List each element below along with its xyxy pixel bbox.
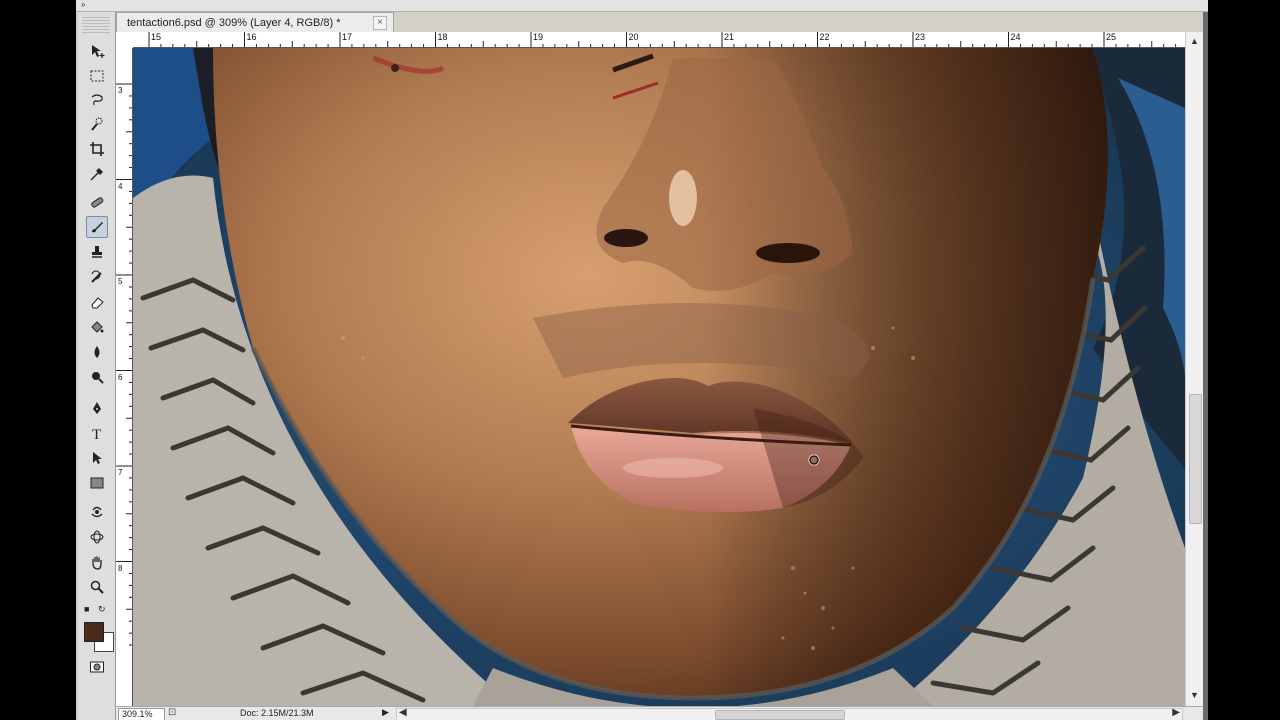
move-tool-icon[interactable]	[86, 40, 108, 62]
3d-rotate-tool-icon[interactable]	[86, 501, 108, 523]
ruler-label: 6	[118, 372, 123, 382]
paint-bucket-tool-icon[interactable]	[86, 316, 108, 338]
quick-mask-icon[interactable]	[86, 656, 108, 678]
history-brush-tool-icon[interactable]	[86, 266, 108, 288]
svg-text:T: T	[92, 427, 101, 441]
ruler-label: 24	[1010, 32, 1021, 42]
blur-tool-icon[interactable]	[86, 341, 108, 363]
vertical-scrollbar[interactable]: ▲ ▼	[1185, 32, 1204, 706]
panel-edge	[1203, 12, 1208, 720]
photoshop-window: » T ■ ↻ tentaction6.psd @ 309% (Layer 4,…	[76, 0, 1208, 720]
status-bar: 309.1% ⊡ Doc: 2.15M/21.3M ▶ ◀ ▶	[116, 706, 1203, 720]
healing-brush-tool-icon[interactable]	[86, 191, 108, 213]
close-document-icon[interactable]: ×	[373, 16, 387, 30]
ruler-label: 3	[118, 86, 123, 95]
pen-tool-icon[interactable]	[86, 397, 108, 419]
document-canvas[interactable]	[133, 48, 1185, 706]
dodge-tool-icon[interactable]	[86, 366, 108, 388]
status-menu-icon[interactable]: ▶	[382, 707, 389, 718]
ruler-label: 21	[724, 32, 735, 42]
horizontal-scroll-thumb[interactable]	[715, 710, 845, 720]
eyedropper-tool-icon[interactable]	[86, 163, 108, 185]
zoom-preview-icon[interactable]: ⊡	[168, 707, 176, 718]
ruler-label: 25	[1106, 32, 1117, 42]
marquee-tool-icon[interactable]	[86, 65, 108, 87]
ruler-label: 20	[628, 32, 639, 42]
path-select-tool-icon[interactable]	[86, 447, 108, 469]
scroll-left-icon[interactable]: ◀	[399, 707, 407, 718]
eraser-tool-icon[interactable]	[86, 291, 108, 313]
quick-select-tool-icon[interactable]	[86, 113, 108, 135]
document-tab-title: tentaction6.psd @ 309% (Layer 4, RGB/8) …	[127, 17, 341, 29]
ruler-label: 7	[118, 468, 123, 477]
ruler-label: 23	[915, 32, 926, 42]
ruler-label: 19	[533, 32, 544, 42]
scroll-up-icon[interactable]: ▲	[1190, 36, 1199, 46]
foreground-color-swatch[interactable]	[84, 622, 104, 642]
horizontal-ruler[interactable]: 15 16 17 18 19 20 21 22 23 24 25	[133, 32, 1185, 48]
ruler-origin[interactable]	[116, 32, 134, 49]
scroll-right-icon[interactable]: ▶	[1172, 707, 1180, 718]
ruler-label: 4	[118, 181, 123, 191]
rectangle-tool-icon[interactable]	[86, 472, 108, 494]
doc-size-info: Doc: 2.15M/21.3M	[240, 708, 314, 718]
options-bar: »	[76, 0, 1208, 12]
ruler-label: 17	[342, 32, 353, 42]
ruler-label: 18	[437, 32, 448, 42]
ruler-label: 8	[118, 563, 123, 573]
vertical-scroll-thumb[interactable]	[1189, 394, 1202, 524]
panel-grip[interactable]	[82, 15, 110, 33]
tools-panel: T ■ ↻	[78, 12, 116, 720]
brush-tool-icon[interactable]	[86, 216, 108, 238]
lasso-tool-icon[interactable]	[86, 89, 108, 111]
zoom-level-field[interactable]: 309.1%	[118, 708, 165, 720]
clone-stamp-tool-icon[interactable]	[86, 241, 108, 263]
document-tab[interactable]: tentaction6.psd @ 309% (Layer 4, RGB/8) …	[116, 12, 394, 33]
ruler-label: 15	[151, 32, 162, 42]
ruler-label: 16	[246, 32, 257, 42]
3d-orbit-tool-icon[interactable]	[86, 526, 108, 548]
type-tool-icon[interactable]: T	[86, 422, 108, 444]
default-colors-icon[interactable]: ■	[84, 604, 89, 614]
ruler-label: 22	[819, 32, 830, 42]
vertical-ruler[interactable]: 3 4 5 6 7 8	[116, 48, 133, 706]
swap-colors-icon[interactable]: ↻	[98, 604, 106, 615]
hand-tool-icon[interactable]	[86, 551, 108, 573]
crop-tool-icon[interactable]	[86, 138, 108, 160]
zoom-tool-icon[interactable]	[86, 576, 108, 598]
portrait-painting	[133, 48, 1185, 706]
collapse-panels-icon[interactable]: »	[81, 0, 85, 9]
scroll-down-icon[interactable]: ▼	[1190, 690, 1199, 700]
horizontal-scrollbar[interactable]: ◀ ▶	[396, 707, 1183, 720]
ruler-label: 5	[118, 277, 123, 286]
